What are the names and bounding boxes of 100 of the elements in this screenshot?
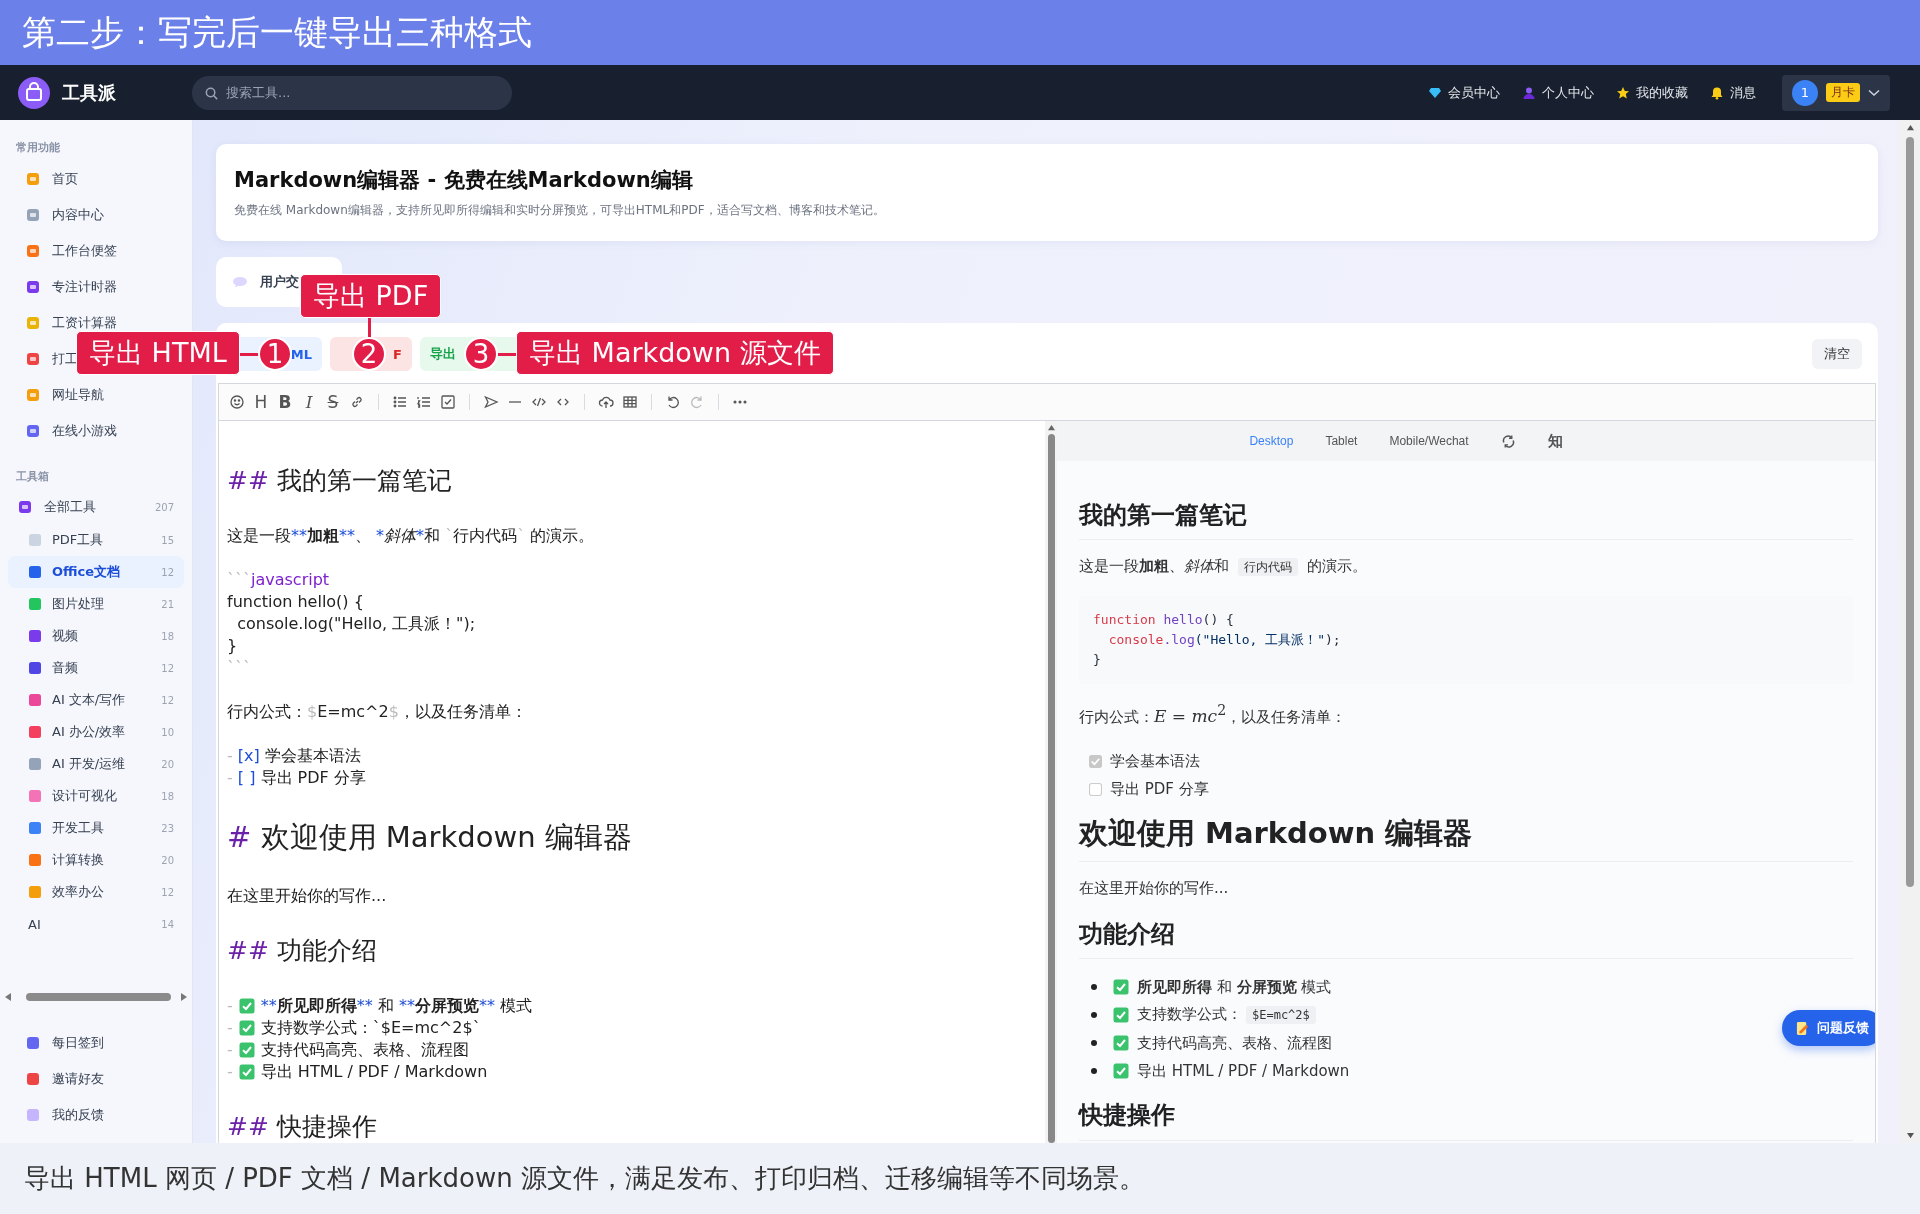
editor-scrollbar[interactable]	[1045, 421, 1057, 1143]
check-mark-icon	[238, 1020, 255, 1036]
clear-button[interactable]: 清空	[1812, 339, 1862, 369]
device-tab[interactable]: Tablet	[1325, 434, 1358, 448]
sidebar-item[interactable]: PDF工具 15	[8, 524, 184, 556]
sidebar-item[interactable]: AI 办公/效率 10	[8, 716, 184, 748]
source-line: ```	[227, 657, 252, 679]
sidebar-item[interactable]: AI 文本/写作 12	[8, 684, 184, 716]
source-heading: ## 我的第一篇笔记	[227, 465, 453, 497]
page-scrollbar[interactable]	[1900, 120, 1920, 1143]
table-icon[interactable]	[622, 394, 638, 410]
bullet-icon	[1091, 1012, 1097, 1019]
bullet-icon	[1091, 1040, 1097, 1047]
sidebar-item[interactable]: 效率办公 12	[8, 876, 184, 908]
scroll-up-icon[interactable]	[1905, 124, 1915, 131]
sidebar-item[interactable]: 网址导航	[8, 377, 114, 413]
device-tab[interactable]: Mobile/Wechat	[1389, 434, 1469, 448]
source-heading: ## 快捷操作	[227, 1111, 378, 1143]
search-field[interactable]: 搜索工具...	[192, 75, 512, 110]
sidebar-item[interactable]: 工作台便签	[8, 233, 127, 269]
sidebar-item[interactable]: 首页	[8, 161, 88, 197]
nav-link[interactable]: 个人中心	[1522, 83, 1594, 102]
triangle-icon[interactable]	[483, 394, 499, 410]
speech-bubble-icon	[232, 276, 248, 288]
section-title: 常用功能	[15, 140, 61, 155]
format-button[interactable]: B	[277, 394, 293, 410]
account-menu[interactable]: 1 月卡	[1782, 74, 1890, 111]
refresh-icon[interactable]	[1500, 433, 1516, 449]
link-icon[interactable]	[349, 394, 365, 410]
scroll-right-icon[interactable]	[180, 992, 188, 1002]
format-button[interactable]: H	[253, 394, 269, 410]
nav-link[interactable]: 会员中心	[1428, 83, 1500, 102]
task-checkbox[interactable]	[1089, 754, 1102, 768]
sidebar-item[interactable]: 专注计时器	[8, 269, 127, 305]
list-item-text: 所见即所得 和 分屏预览 模式	[1137, 977, 1332, 997]
cloud-upload-icon[interactable]	[598, 394, 614, 410]
sidebar-item[interactable]: 设计可视化 18	[8, 780, 184, 812]
scroll-left-icon[interactable]	[4, 992, 12, 1002]
source-heading: ## 功能介绍	[227, 935, 378, 967]
code-line: console.log("Hello, 工具派！");	[1107, 631, 1342, 650]
banner-title: 第二步：写完后一键导出三种格式	[22, 10, 532, 54]
sidebar-item[interactable]: Office文档 12	[8, 556, 184, 588]
source-line: }	[227, 635, 239, 657]
sidebar-item[interactable]: 在线小游戏	[8, 413, 127, 449]
membership-badge: 月卡	[1826, 83, 1860, 102]
smiley-icon[interactable]	[229, 394, 245, 410]
sidebar-item[interactable]: AI 14	[8, 908, 184, 940]
scrollbar-thumb[interactable]	[26, 993, 171, 1001]
tile-icon	[28, 821, 42, 835]
source-line: function hello() {	[227, 591, 365, 613]
format-button[interactable]: I	[301, 394, 317, 410]
tile-icon	[28, 597, 42, 611]
tile-icon	[26, 208, 40, 222]
section-title: 工具箱	[15, 469, 50, 484]
tile-icon	[26, 280, 40, 294]
list-item-text: 导出 HTML / PDF / Markdown	[1137, 1061, 1350, 1081]
sidebar-item[interactable]: 邀请好友	[8, 1061, 114, 1097]
sidebar-item[interactable]: 每日签到	[8, 1025, 114, 1061]
brand-name[interactable]: 工具派	[62, 80, 116, 105]
scroll-down-icon[interactable]	[1905, 1132, 1915, 1139]
scroll-up-icon[interactable]	[1046, 424, 1056, 431]
check-mark-icon	[238, 1064, 255, 1080]
scrollbar-thumb[interactable]	[1906, 137, 1914, 887]
check-mark-icon	[1113, 1007, 1129, 1024]
note-pencil-icon	[1796, 1020, 1809, 1036]
list-dash: -	[227, 995, 233, 1017]
avatar: 1	[1792, 79, 1818, 106]
bullet-list-icon[interactable]	[392, 394, 408, 410]
sidebar-item[interactable]: 视频 18	[8, 620, 184, 652]
sidebar-item[interactable]: 开发工具 23	[8, 812, 184, 844]
sidebar-item[interactable]: AI 开发/运维 20	[8, 748, 184, 780]
sidebar-item[interactable]: 计算转换 20	[8, 844, 184, 876]
tile-icon	[26, 388, 40, 402]
callout-tooltip: 导出 HTML	[76, 331, 240, 375]
preview-heading: 我的第一篇笔记	[1079, 499, 1853, 541]
sidebar-item[interactable]: 图片处理 21	[8, 588, 184, 620]
tile-icon	[28, 565, 42, 579]
sidebar-item[interactable]: 全部工具 207	[8, 490, 184, 524]
feedback-button[interactable]: 问题反馈	[1782, 1010, 1875, 1046]
numbered-list-icon[interactable]	[416, 394, 432, 410]
nav-link[interactable]: 消息	[1710, 83, 1756, 102]
tile-icon	[28, 693, 42, 707]
task-checkbox[interactable]	[1089, 782, 1102, 796]
zhihu-button[interactable]: 知	[1547, 431, 1563, 451]
task-text: 导出 PDF 分享	[1110, 779, 1209, 799]
chevron-down-icon	[1868, 88, 1880, 97]
source-line: - [x] 学会基本语法	[227, 745, 362, 767]
undo-icon[interactable]	[665, 394, 681, 410]
check-mark-icon	[1113, 979, 1129, 996]
list-item-text: 支持代码高亮、表格、流程图	[1137, 1033, 1332, 1053]
tile-icon	[28, 853, 42, 867]
sidebar-item[interactable]: 我的反馈	[8, 1097, 114, 1133]
sidebar-item[interactable]: 内容中心	[8, 197, 114, 233]
scrollbar-thumb[interactable]	[1047, 434, 1055, 1143]
format-button[interactable]: S	[325, 394, 341, 410]
sidebar-item[interactable]: 音频 12	[8, 652, 184, 684]
nav-link[interactable]: 我的收藏	[1616, 83, 1688, 102]
preview-paragraph: 这是一段加粗、斜体和 行内代码 的演示。	[1079, 556, 1368, 579]
check-mark-icon	[238, 998, 255, 1014]
checkbox-icon[interactable]	[440, 394, 456, 410]
